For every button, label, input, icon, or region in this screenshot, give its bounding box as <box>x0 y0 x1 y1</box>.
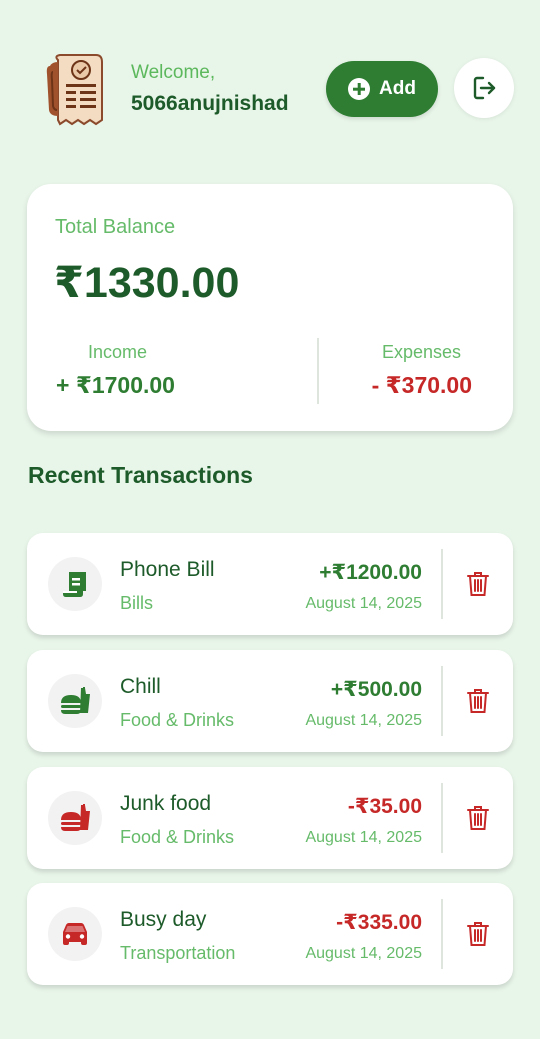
transaction-item[interactable]: Phone Bill Bills +₹1200.00 August 14, 20… <box>27 533 513 635</box>
delete-button[interactable] <box>465 686 491 716</box>
fastfood-icon <box>61 804 90 831</box>
expenses-amount: - ₹370.00 <box>371 372 472 398</box>
transaction-date: August 14, 2025 <box>305 945 422 962</box>
logout-icon <box>473 76 496 100</box>
transaction-item[interactable]: Junk food Food & Drinks -₹35.00 August 1… <box>27 767 513 869</box>
car-icon <box>63 923 87 945</box>
logout-button[interactable] <box>454 58 514 118</box>
transaction-date: August 14, 2025 <box>305 829 422 846</box>
income-label: Income <box>88 342 148 362</box>
transaction-title: Junk food <box>120 792 212 815</box>
transaction-category: Bills <box>120 593 154 613</box>
transaction-amount: +₹1200.00 <box>319 561 422 584</box>
header: Welcome, 5066anujnishad Add <box>0 0 540 180</box>
total-balance-amount: ₹1330.00 <box>54 259 240 307</box>
welcome-text: Welcome, <box>131 62 216 83</box>
category-icon-wrap <box>48 557 102 611</box>
transaction-amount: -₹335.00 <box>336 911 422 934</box>
transaction-divider <box>441 666 443 736</box>
add-button[interactable]: Add <box>326 61 438 117</box>
trash-icon <box>467 689 489 713</box>
delete-button[interactable] <box>465 569 491 599</box>
income-amount: + ₹1700.00 <box>56 372 175 398</box>
bill-icon <box>63 572 86 597</box>
total-balance-label: Total Balance <box>55 216 176 238</box>
transaction-category: Transportation <box>120 943 236 963</box>
transaction-date: August 14, 2025 <box>305 712 422 729</box>
delete-button[interactable] <box>465 803 491 833</box>
balance-card: Total Balance ₹1330.00 Income + ₹1700.00… <box>27 184 513 431</box>
transaction-category: Food & Drinks <box>120 827 235 847</box>
transaction-divider <box>441 899 443 969</box>
delete-button[interactable] <box>465 919 491 949</box>
recent-transactions-title: Recent Transactions <box>28 462 253 488</box>
username: 5066anujnishad <box>131 92 289 115</box>
expenses-label: Expenses <box>381 342 461 362</box>
transaction-amount: -₹35.00 <box>347 795 422 818</box>
transaction-item[interactable]: Chill Food & Drinks +₹500.00 August 14, … <box>27 650 513 752</box>
fastfood-icon <box>61 687 90 714</box>
trash-icon <box>467 572 489 596</box>
transaction-title: Busy day <box>120 908 207 931</box>
trash-icon <box>467 806 489 830</box>
transaction-title: Chill <box>120 675 161 698</box>
trash-icon <box>467 922 489 946</box>
category-icon-wrap <box>48 907 102 961</box>
add-circle-icon <box>348 78 371 100</box>
transaction-divider <box>441 783 443 853</box>
category-icon-wrap <box>48 674 102 728</box>
balance-divider <box>317 338 319 404</box>
transaction-title: Phone Bill <box>120 558 215 581</box>
transaction-date: August 14, 2025 <box>305 595 422 612</box>
transaction-category: Food & Drinks <box>120 710 235 730</box>
transaction-amount: +₹500.00 <box>330 678 422 701</box>
add-button-label: Add <box>379 78 416 99</box>
avatar[interactable] <box>44 52 110 128</box>
transaction-divider <box>441 549 443 619</box>
category-icon-wrap <box>48 791 102 845</box>
transaction-item[interactable]: Busy day Transportation -₹335.00 August … <box>27 883 513 985</box>
